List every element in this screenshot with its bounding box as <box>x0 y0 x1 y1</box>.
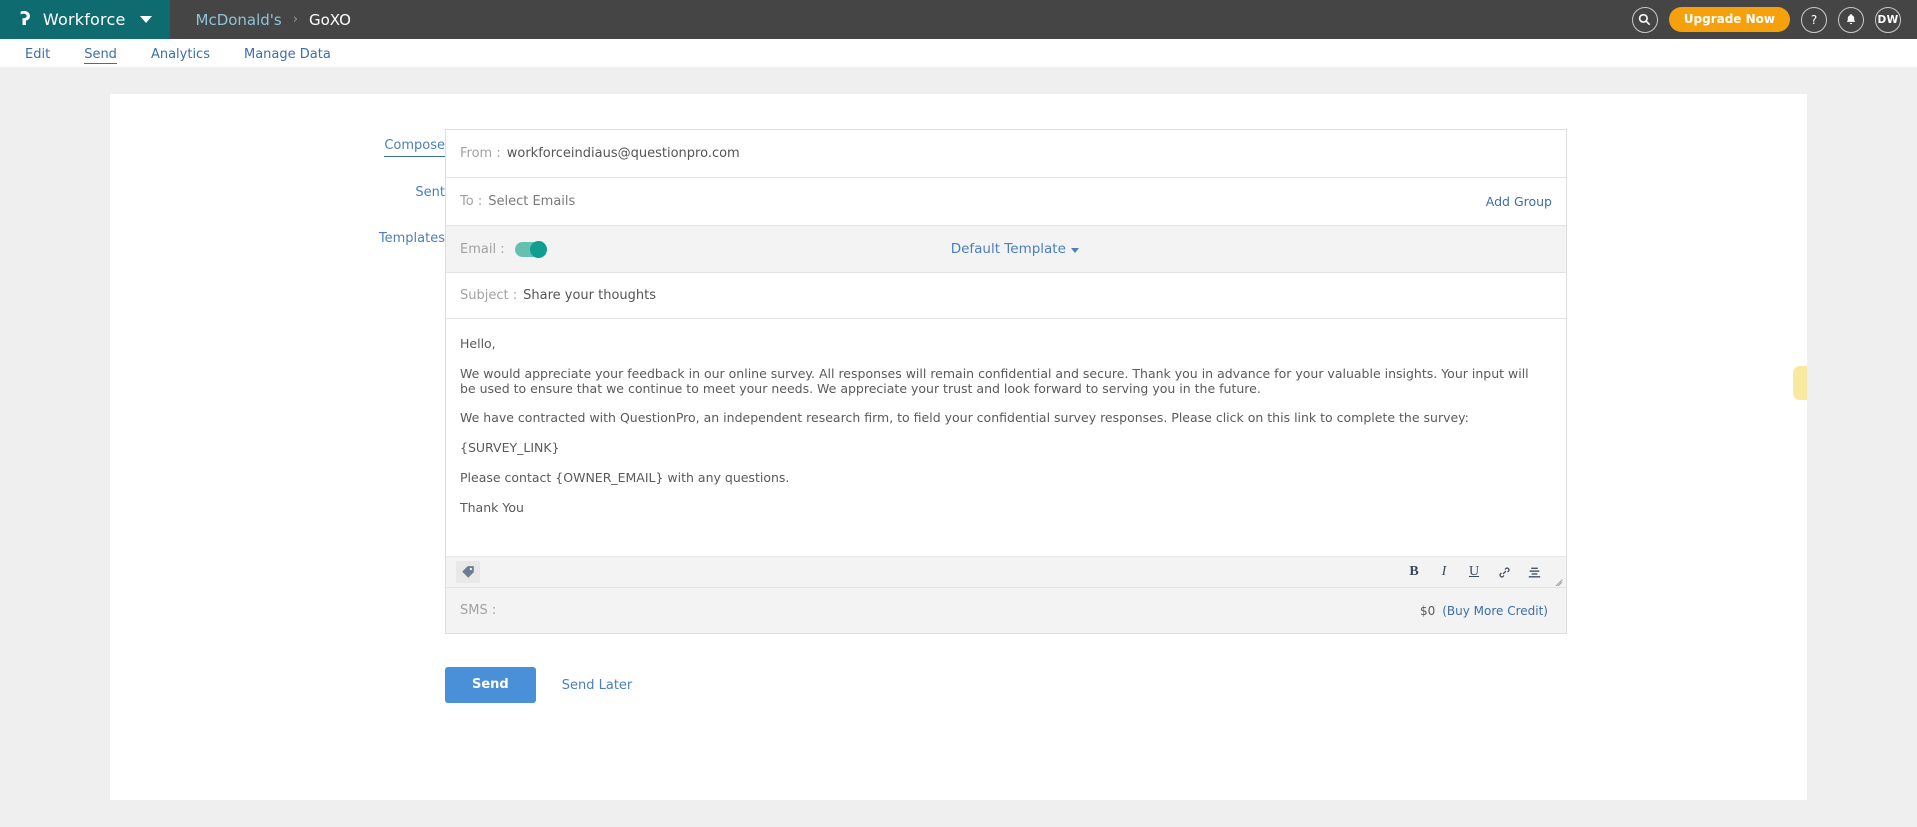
body-paragraph: We have contracted with QuestionPro, an … <box>460 411 1542 426</box>
from-row: From : workforceindiaus@questionpro.com <box>446 130 1566 178</box>
search-icon[interactable] <box>1632 7 1658 33</box>
top-bar-actions: Upgrade Now ? DW <box>1632 0 1917 39</box>
top-bar: ʔ Workforce McDonald's › GoXO Upgrade No… <box>0 0 1917 39</box>
body-paragraph: Hello, <box>460 337 1542 352</box>
italic-button[interactable]: I <box>1432 561 1456 583</box>
breadcrumb-current: GoXO <box>309 11 351 29</box>
to-label: To : <box>460 194 482 209</box>
link-icon[interactable] <box>1492 561 1516 583</box>
sms-row: SMS : $0 (Buy More Credit) <box>446 588 1566 633</box>
chevron-down-icon <box>1071 248 1079 253</box>
avatar[interactable]: DW <box>1875 7 1901 33</box>
sidebar-item-templates[interactable]: Templates <box>265 231 445 249</box>
bold-button[interactable]: B <box>1402 561 1426 583</box>
to-input[interactable]: Select Emails <box>488 194 575 209</box>
send-button[interactable]: Send <box>445 667 536 703</box>
from-label: From : <box>460 146 501 161</box>
body-paragraph: Please contact {OWNER_EMAIL} with any qu… <box>460 471 1542 486</box>
align-center-icon[interactable] <box>1522 561 1546 583</box>
tag-icon[interactable] <box>456 561 480 583</box>
sidebar-item-compose[interactable]: Compose <box>265 138 445 157</box>
email-channel-row: Email : Default Template <box>446 226 1566 273</box>
to-row[interactable]: To : Select Emails Add Group <box>446 178 1566 226</box>
email-toggle-label: Email : <box>460 242 505 257</box>
sidebar-item-sent[interactable]: Sent <box>265 185 445 203</box>
upgrade-now-button[interactable]: Upgrade Now <box>1669 7 1790 32</box>
tab-send[interactable]: Send <box>67 47 134 66</box>
questionpro-logo-icon: ʔ <box>20 10 31 29</box>
content-card: Compose Sent Templates From : workforcei… <box>110 94 1807 800</box>
sidebar-item-label: Compose <box>384 138 445 157</box>
tab-edit[interactable]: Edit <box>8 47 67 66</box>
compose-actions: Send Send Later <box>265 667 1807 703</box>
body-paragraph: Thank You <box>460 501 1542 516</box>
sidebar-item-label: Sent <box>415 185 445 203</box>
email-enabled-toggle[interactable] <box>515 242 546 257</box>
section-nav: Edit Send Analytics Manage Data <box>0 39 1917 67</box>
sms-credit-amount: $0 <box>1420 604 1435 618</box>
body-paragraph-survey-link: {SURVEY_LINK} <box>460 441 1542 456</box>
help-icon[interactable]: ? <box>1801 7 1827 33</box>
page-background: Compose Sent Templates From : workforcei… <box>0 67 1917 827</box>
breadcrumb: McDonald's › GoXO <box>170 0 351 39</box>
add-group-button[interactable]: Add Group <box>1486 194 1552 209</box>
feedback-tab-handle[interactable] <box>1793 366 1807 400</box>
subject-label: Subject : <box>460 288 517 303</box>
sidebar-item-label: Templates <box>379 231 445 249</box>
buy-more-credit-link[interactable]: (Buy More Credit) <box>1442 604 1548 618</box>
compose-side-menu: Compose Sent Templates <box>265 129 445 634</box>
template-select[interactable]: Default Template <box>951 241 1147 257</box>
underline-button[interactable]: U <box>1462 561 1486 583</box>
subject-row[interactable]: Subject : Share your thoughts <box>446 273 1566 319</box>
brand-name: Workforce <box>43 10 126 29</box>
tab-analytics[interactable]: Analytics <box>134 47 227 66</box>
breadcrumb-parent[interactable]: McDonald's <box>196 11 282 29</box>
bell-icon[interactable] <box>1838 7 1864 33</box>
body-paragraph: We would appreciate your feedback in our… <box>460 367 1542 397</box>
text-format-group: B I U <box>1402 561 1560 583</box>
editor-resize-handle[interactable] <box>1554 576 1564 586</box>
subject-input[interactable]: Share your thoughts <box>523 288 656 303</box>
send-later-button[interactable]: Send Later <box>562 678 633 693</box>
sms-credit-info: $0 (Buy More Credit) <box>1420 604 1552 618</box>
compose-panel: From : workforceindiaus@questionpro.com … <box>445 129 1567 634</box>
chevron-down-icon <box>140 16 152 23</box>
breadcrumb-separator-icon: › <box>293 12 298 27</box>
tab-manage-data[interactable]: Manage Data <box>227 47 348 66</box>
brand-workforce-menu[interactable]: ʔ Workforce <box>0 0 170 39</box>
template-select-value: Default Template <box>951 241 1066 257</box>
from-value: workforceindiaus@questionpro.com <box>507 146 740 161</box>
sms-label: SMS : <box>460 603 496 618</box>
editor-toolbar: B I U <box>446 557 1566 588</box>
email-body-editor[interactable]: Hello, We would appreciate your feedback… <box>446 319 1566 557</box>
